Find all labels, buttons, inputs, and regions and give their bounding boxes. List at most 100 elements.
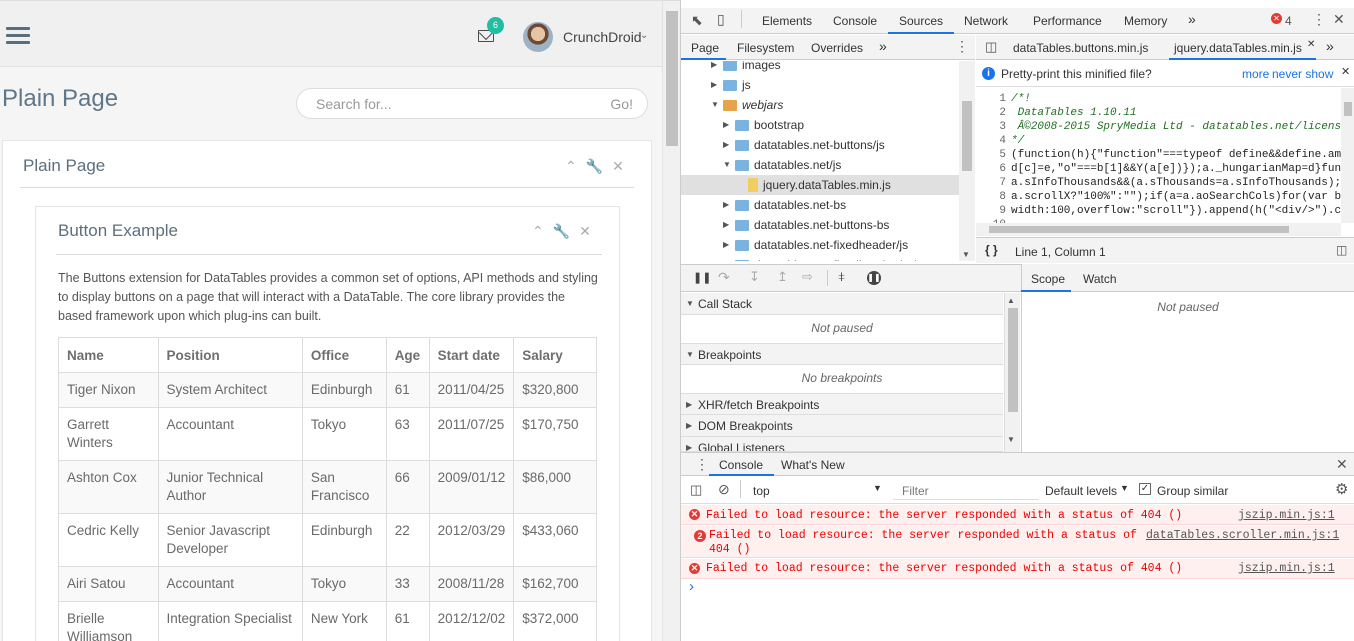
tab-overrides[interactable]: Overrides bbox=[811, 41, 863, 55]
never-show-link[interactable]: never show bbox=[1272, 67, 1333, 81]
chevron-right-icon[interactable]: ▶ bbox=[711, 61, 717, 75]
chevron-right-icon[interactable]: ▶ bbox=[723, 135, 729, 155]
more-tabs-icon[interactable]: » bbox=[879, 38, 887, 54]
dropdown-arrow-icon[interactable]: ▼ bbox=[1120, 483, 1129, 493]
scroll-up-arrow-icon[interactable]: ▲ bbox=[1007, 296, 1015, 305]
error-count[interactable]: 4 bbox=[1285, 14, 1292, 28]
tab-filesystem[interactable]: Filesystem bbox=[737, 41, 794, 55]
column-header[interactable]: Position bbox=[157, 337, 303, 373]
code-vscrollbar[interactable] bbox=[1341, 88, 1354, 223]
tree-item[interactable]: ▶ images bbox=[681, 61, 959, 75]
section-breakpoints[interactable]: ▼ Breakpoints bbox=[681, 343, 1003, 365]
search-go-button[interactable]: Go! bbox=[610, 96, 633, 112]
kebab-menu-icon[interactable]: ⋮ bbox=[955, 38, 969, 55]
column-header[interactable]: Office bbox=[301, 337, 387, 373]
more-link[interactable]: more bbox=[1242, 67, 1269, 81]
source-code[interactable]: /*! DataTables 1.10.11 Â©2008-2015 SpryM… bbox=[1011, 92, 1348, 223]
tree-item[interactable]: ▶ datatables.net-fixedheader-bs/css bbox=[681, 255, 959, 261]
column-header[interactable]: Age bbox=[385, 337, 430, 373]
pretty-print-button-icon[interactable]: { } bbox=[985, 243, 998, 257]
tab-scope[interactable]: Scope bbox=[1031, 272, 1065, 286]
tree-item[interactable]: ▶ datatables.net-buttons-bs bbox=[681, 215, 959, 235]
chevron-right-icon[interactable]: ▶ bbox=[723, 215, 729, 235]
chevron-right-icon[interactable]: ▶ bbox=[711, 75, 717, 95]
dropdown-arrow-icon[interactable]: ▼ bbox=[873, 483, 882, 493]
gear-icon[interactable]: ⚙ bbox=[1335, 480, 1348, 498]
menu-toggle-icon[interactable] bbox=[6, 27, 30, 45]
step-out-icon[interactable]: ↥ bbox=[777, 269, 788, 285]
error-icon[interactable]: ✕ bbox=[1271, 13, 1282, 24]
code-hscrollbar[interactable] bbox=[976, 223, 1341, 236]
context-selector[interactable]: top bbox=[753, 484, 770, 498]
tab-whats-new[interactable]: What's New bbox=[781, 458, 845, 472]
tab-elements[interactable]: Elements bbox=[762, 14, 812, 28]
tree-item[interactable]: ▶ js bbox=[681, 75, 959, 95]
tab-console-drawer[interactable]: Console bbox=[719, 458, 763, 472]
tree-scrollbar[interactable] bbox=[959, 61, 975, 261]
close-tab-icon[interactable]: ✕ bbox=[1307, 39, 1315, 50]
tree-item[interactable]: jquery.dataTables.min.js bbox=[681, 175, 959, 195]
chevron-right-icon[interactable]: ▶ bbox=[723, 115, 729, 135]
error-source-link[interactable]: dataTables.scroller.min.js:1 bbox=[1146, 529, 1339, 542]
section-global-listeners[interactable]: ▶ Global Listeners bbox=[681, 437, 1003, 452]
close-icon[interactable]: ✕ bbox=[612, 158, 633, 174]
tree-item[interactable]: ▶ datatables.net-fixedheader/js bbox=[681, 235, 959, 255]
chevron-right-icon[interactable]: ▶ bbox=[723, 235, 729, 255]
chevron-right-icon[interactable]: ▶ bbox=[723, 255, 729, 261]
toggle-navigator-icon[interactable]: ◫ bbox=[985, 39, 997, 55]
tab-network[interactable]: Network bbox=[964, 14, 1008, 28]
close-icon[interactable]: ✕ bbox=[579, 223, 600, 239]
clear-console-icon[interactable]: ⊘ bbox=[718, 481, 730, 498]
user-name[interactable]: CrunchDroid bbox=[563, 29, 642, 45]
pause-icon[interactable]: ❚❚ bbox=[693, 271, 711, 284]
tab-console[interactable]: Console bbox=[833, 14, 877, 28]
chevron-down-icon[interactable]: ⌄ bbox=[640, 30, 648, 41]
collapse-icon[interactable]: ⌃ bbox=[565, 158, 586, 174]
error-source-link[interactable]: jszip.min.js:1 bbox=[1238, 562, 1335, 575]
editor-tab-buttons[interactable]: dataTables.buttons.min.js bbox=[1013, 41, 1148, 55]
collapse-icon[interactable]: ⌃ bbox=[532, 223, 553, 239]
tree-item[interactable]: ▶ datatables.net-buttons/js bbox=[681, 135, 959, 155]
more-tabs-icon[interactable]: » bbox=[1188, 11, 1196, 27]
chevron-down-icon[interactable]: ▼ bbox=[723, 155, 731, 175]
tab-memory[interactable]: Memory bbox=[1124, 14, 1167, 28]
close-drawer-icon[interactable]: ✕ bbox=[1336, 456, 1348, 473]
tree-item[interactable]: ▼ webjars bbox=[681, 95, 959, 115]
group-similar-checkbox[interactable]: ✓ bbox=[1139, 483, 1151, 495]
editor-tab-datatables[interactable]: jquery.dataTables.min.js bbox=[1174, 41, 1302, 55]
step-icon[interactable]: ⇨ bbox=[802, 269, 813, 285]
tree-item[interactable]: ▼ datatables.net/js bbox=[681, 155, 959, 175]
tab-watch[interactable]: Watch bbox=[1083, 272, 1117, 286]
levels-dropdown[interactable]: Default levels bbox=[1045, 484, 1117, 498]
column-header[interactable]: Salary bbox=[513, 337, 597, 373]
inspect-icon[interactable]: ⬉ bbox=[691, 12, 703, 29]
toggle-debugger-icon[interactable]: ◫ bbox=[1336, 243, 1347, 257]
tab-performance[interactable]: Performance bbox=[1033, 14, 1102, 28]
device-toggle-icon[interactable]: ▯ bbox=[717, 11, 725, 28]
tab-sources[interactable]: Sources bbox=[899, 14, 943, 28]
step-over-icon[interactable]: ↷ bbox=[718, 269, 730, 286]
kebab-menu-icon[interactable]: ⋮ bbox=[695, 456, 709, 473]
page-scrollbar[interactable] bbox=[662, 1, 680, 641]
section-call-stack[interactable]: ▼ Call Stack bbox=[681, 293, 1003, 315]
section-xhr-breakpoints[interactable]: ▶ XHR/fetch Breakpoints bbox=[681, 393, 1003, 415]
avatar[interactable] bbox=[523, 22, 553, 52]
tree-item[interactable]: ▶ bootstrap bbox=[681, 115, 959, 135]
pause-on-exceptions-icon[interactable]: ❚❚ bbox=[867, 271, 881, 285]
deactivate-breakpoints-icon[interactable]: ⧧ bbox=[838, 268, 845, 285]
error-source-link[interactable]: jszip.min.js:1 bbox=[1238, 509, 1335, 522]
code-editor[interactable]: 12345678910 /*! DataTables 1.10.11 Â©200… bbox=[976, 88, 1354, 223]
section-dom-breakpoints[interactable]: ▶ DOM Breakpoints bbox=[681, 415, 1003, 437]
chevron-down-icon[interactable]: ▼ bbox=[711, 95, 719, 115]
close-infobar-icon[interactable]: ✕ bbox=[1341, 65, 1350, 78]
filter-input[interactable]: Filter bbox=[893, 480, 1039, 500]
tree-item[interactable]: ▶ datatables.net-bs bbox=[681, 195, 959, 215]
chevron-right-icon[interactable]: ▶ bbox=[723, 195, 729, 215]
show-sidebar-icon[interactable]: ◫ bbox=[690, 482, 702, 498]
scroll-down-arrow-icon[interactable]: ▼ bbox=[962, 250, 970, 259]
console-prompt[interactable]: › bbox=[689, 578, 694, 595]
more-tabs-icon[interactable]: » bbox=[1326, 38, 1334, 54]
search-input[interactable]: Search for... bbox=[316, 96, 391, 112]
wrench-icon[interactable]: 🔧 bbox=[553, 223, 579, 239]
scroll-down-arrow-icon[interactable]: ▼ bbox=[1007, 435, 1015, 444]
